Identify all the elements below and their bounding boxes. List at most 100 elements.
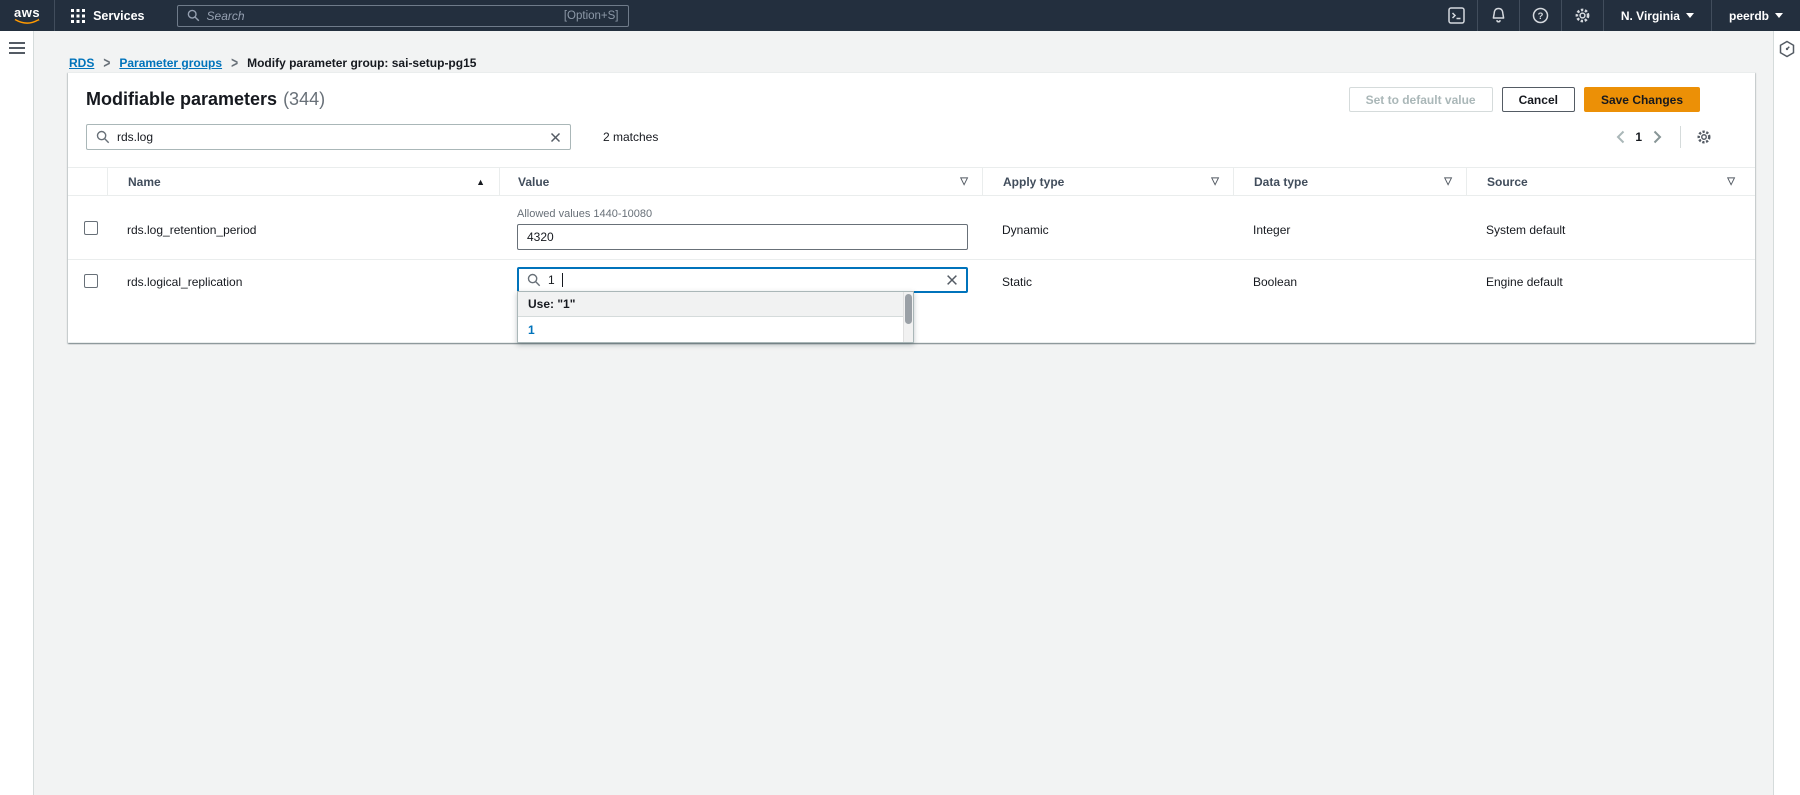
typed-value: 1: [548, 273, 555, 287]
global-search-placeholder: Search: [207, 9, 557, 23]
top-navigation-bar: aws Services Search [Option+: [0, 0, 1800, 31]
global-search-input[interactable]: Search [Option+S]: [177, 5, 629, 27]
help-button[interactable]: ?: [1520, 0, 1561, 31]
pagination-divider: [1680, 126, 1681, 148]
left-sidebar-collapsed: [0, 31, 34, 795]
source-cell: Engine default: [1466, 260, 1755, 289]
column-header-apply-type[interactable]: Apply type ▽: [982, 168, 1233, 195]
column-filter-icon[interactable]: ▽: [1211, 176, 1219, 187]
right-panel-collapsed: [1773, 31, 1800, 795]
aws-logo[interactable]: aws: [14, 7, 40, 25]
svg-text:?: ?: [1537, 11, 1543, 22]
recent-activity-panel-button[interactable]: [1778, 40, 1796, 58]
parameter-name-cell: rds.log_retention_period: [107, 196, 499, 237]
table-row-log-retention-period: rds.log_retention_period Allowed values …: [68, 196, 1755, 260]
column-header-data-type[interactable]: Data type ▽: [1233, 168, 1466, 195]
value-suggestion-dropdown: Use: "1" 1: [517, 291, 914, 343]
table-toolbar: 2 matches 1: [68, 124, 1755, 150]
breadcrumb-parameter-groups-link[interactable]: Parameter groups: [119, 56, 222, 70]
table-header-row: Name ▲ Value ▽ Apply type ▽ Data type ▽ …: [68, 168, 1755, 196]
column-header-name[interactable]: Name ▲: [107, 168, 499, 195]
notifications-button[interactable]: [1478, 0, 1519, 31]
parameter-name-cell: rds.logical_replication: [107, 260, 499, 289]
column-filter-icon[interactable]: ▽: [1444, 176, 1452, 187]
column-label: Apply type: [1003, 175, 1064, 189]
row-checkbox[interactable]: [84, 221, 98, 235]
gear-icon: [1574, 7, 1591, 24]
region-label: N. Virginia: [1621, 9, 1680, 23]
next-page-button[interactable]: [1646, 126, 1668, 148]
source-cell: System default: [1466, 196, 1755, 237]
column-label: Name: [128, 175, 161, 189]
pagination: 1: [1609, 126, 1715, 148]
breadcrumb-current-page: Modify parameter group: sai-setup-pg15: [247, 56, 476, 70]
column-label: Value: [518, 175, 549, 189]
settings-button[interactable]: [1562, 0, 1603, 31]
search-icon: [187, 9, 200, 22]
logical-replication-value-search-input[interactable]: 1: [517, 267, 968, 293]
column-filter-icon[interactable]: ▽: [1727, 176, 1735, 187]
aws-console-screen: aws Services Search [Option+: [0, 0, 1800, 795]
aws-smile-icon: [14, 18, 40, 25]
select-all-cell: [68, 168, 107, 195]
search-icon: [96, 130, 110, 144]
search-icon: [527, 273, 541, 287]
region-selector[interactable]: N. Virginia: [1604, 0, 1711, 31]
hexagon-clock-icon: [1778, 40, 1796, 58]
row-select-cell: [68, 260, 107, 288]
breadcrumb-separator: >: [231, 54, 238, 72]
apply-type-cell: Static: [982, 260, 1233, 289]
parameter-value-cell: Allowed values 1440-10080: [499, 196, 982, 250]
grid-icon: [71, 9, 85, 23]
apply-type-cell: Dynamic: [982, 196, 1233, 237]
save-changes-button[interactable]: Save Changes: [1584, 87, 1700, 112]
cancel-button[interactable]: Cancel: [1502, 87, 1575, 112]
column-filter-icon[interactable]: ▽: [960, 176, 968, 187]
aws-logo-text: aws: [14, 7, 40, 18]
chevron-right-icon: [1653, 130, 1662, 144]
gear-icon: [1696, 129, 1712, 145]
panel-actions: Set to default value Cancel Save Changes: [1349, 87, 1700, 112]
row-checkbox[interactable]: [84, 274, 98, 288]
previous-page-button[interactable]: [1609, 126, 1631, 148]
parameter-filter-box: [86, 124, 571, 150]
dropdown-scrollbar: [903, 292, 913, 342]
dropdown-scrollbar-thumb[interactable]: [905, 294, 912, 324]
column-label: Data type: [1254, 175, 1308, 189]
clear-filter-icon[interactable]: [550, 132, 561, 143]
current-page-number[interactable]: 1: [1635, 130, 1642, 144]
panel-title-text: Modifiable parameters: [86, 89, 277, 109]
row-select-cell: [68, 196, 107, 235]
search-shortcut-hint: [Option+S]: [564, 10, 619, 22]
use-typed-value-option[interactable]: Use: "1": [518, 292, 903, 317]
chevron-down-icon: [1686, 13, 1694, 18]
retention-period-value-input[interactable]: [517, 224, 968, 250]
nav-right-controls: ? N. Virginia peerdb: [1436, 0, 1800, 31]
bell-icon: [1490, 7, 1507, 24]
cloudshell-button[interactable]: [1436, 0, 1477, 31]
menu-hamburger-button[interactable]: [9, 42, 25, 54]
set-to-default-button[interactable]: Set to default value: [1349, 87, 1493, 112]
sort-ascending-icon[interactable]: ▲: [476, 177, 485, 187]
text-caret: [562, 273, 563, 287]
breadcrumb: RDS > Parameter groups > Modify paramete…: [69, 56, 476, 70]
breadcrumb-rds-link[interactable]: RDS: [69, 56, 94, 70]
account-label: peerdb: [1729, 9, 1769, 23]
data-type-cell: Boolean: [1233, 260, 1466, 289]
services-menu-button[interactable]: Services: [55, 0, 160, 31]
panel-header: Modifiable parameters(344) Set to defaul…: [68, 73, 1755, 112]
data-type-cell: Integer: [1233, 196, 1466, 237]
services-label: Services: [93, 9, 144, 23]
dropdown-option-1[interactable]: 1: [518, 317, 903, 342]
table-preferences-button[interactable]: [1693, 126, 1715, 148]
parameter-filter-input[interactable]: [117, 130, 543, 144]
account-menu[interactable]: peerdb: [1712, 0, 1800, 31]
question-circle-icon: ?: [1532, 7, 1549, 24]
parameter-value-cell: 1: [499, 260, 982, 293]
column-header-source[interactable]: Source ▽: [1466, 168, 1755, 195]
page-title: Modifiable parameters(344): [86, 89, 325, 110]
clear-value-icon[interactable]: [946, 274, 958, 286]
cloudshell-terminal-icon: [1448, 7, 1465, 24]
column-header-value[interactable]: Value ▽: [499, 168, 982, 195]
breadcrumb-separator: >: [103, 54, 110, 72]
